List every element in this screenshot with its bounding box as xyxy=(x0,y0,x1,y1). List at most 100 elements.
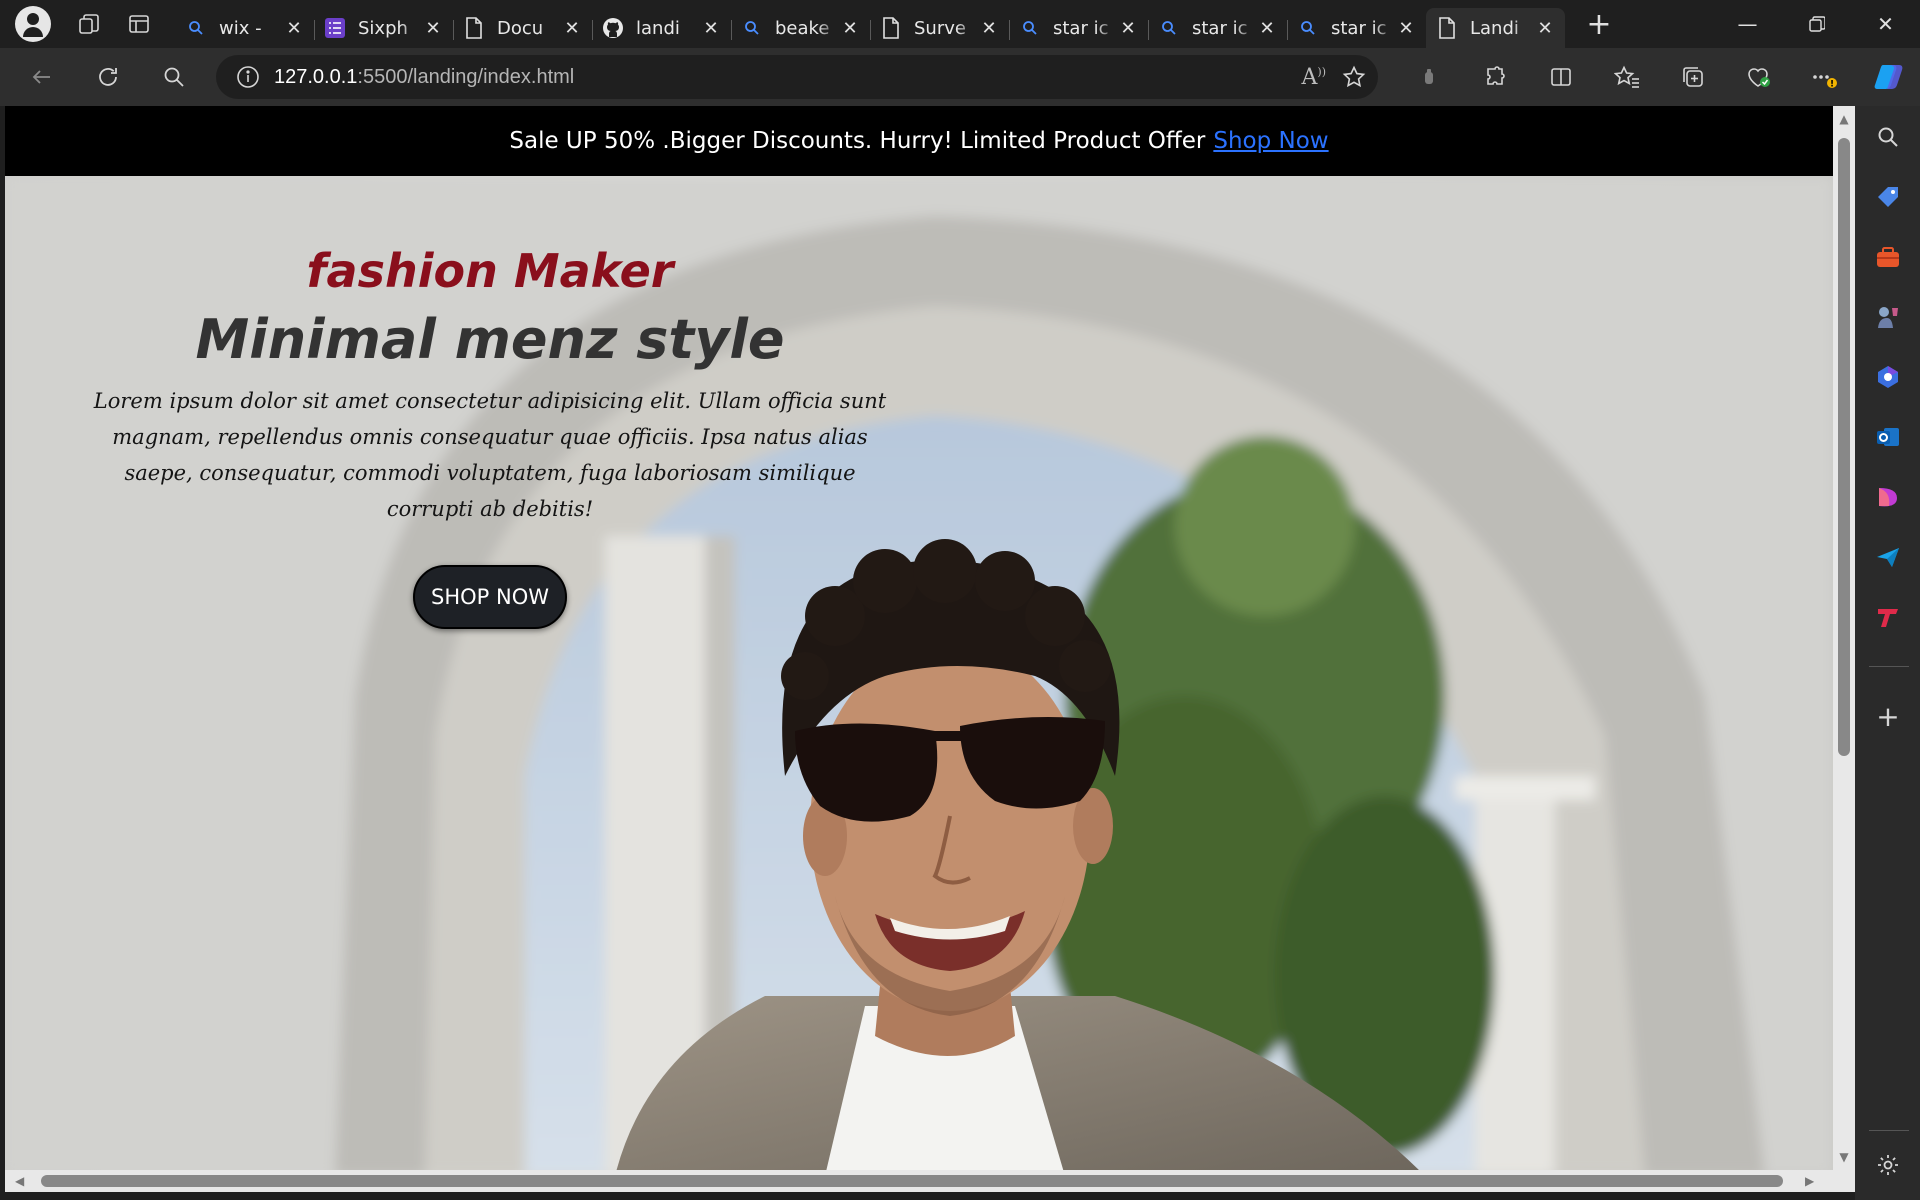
tag-icon[interactable] xyxy=(1873,182,1903,212)
tab-list: wix - ✕ Sixph ✕ Docu ✕ landi ✕ beake ✕ S… xyxy=(175,0,1565,48)
minimize-icon[interactable]: — xyxy=(1713,0,1782,48)
close-icon[interactable]: ✕ xyxy=(1257,18,1277,39)
url-host: 127.0.0.1 xyxy=(274,65,358,88)
search-icon xyxy=(1019,17,1041,39)
profile-avatar[interactable] xyxy=(15,6,51,42)
typeface-icon[interactable] xyxy=(1873,602,1903,632)
tab-surve[interactable]: Surve ✕ xyxy=(870,8,1009,48)
close-icon[interactable]: ✕ xyxy=(423,18,443,39)
tab-star-2[interactable]: star ic ✕ xyxy=(1148,8,1287,48)
tab-label: star ic xyxy=(1331,17,1387,39)
toolbar: ! xyxy=(1396,55,1920,99)
workspaces-icon[interactable] xyxy=(71,6,107,42)
settings-icon[interactable] xyxy=(1873,1150,1903,1180)
favorites-icon[interactable] xyxy=(1594,55,1660,99)
vertical-scroll-thumb[interactable] xyxy=(1838,138,1850,756)
horizontal-scrollbar[interactable]: ◀ ▶ xyxy=(5,1170,1855,1192)
close-icon[interactable]: ✕ xyxy=(979,18,999,39)
tab-docu[interactable]: Docu ✕ xyxy=(453,8,592,48)
promo-text: Sale UP 50% .Bigger Discounts. Hurry! Li… xyxy=(509,128,1206,154)
search-icon[interactable] xyxy=(152,55,196,99)
close-window-icon[interactable]: ✕ xyxy=(1851,0,1920,48)
hero-copy: fashion Maker Minimal menz style Lorem i… xyxy=(75,244,905,629)
sidebar-divider xyxy=(1869,666,1909,667)
promo-banner: Sale UP 50% .Bigger Discounts. Hurry! Li… xyxy=(5,106,1833,176)
vertical-scrollbar[interactable]: ▲ ▼ xyxy=(1833,106,1855,1170)
navigation-bar: 127.0.0.1:5500/landing/index.html A)) ! xyxy=(0,48,1920,106)
back-icon[interactable] xyxy=(20,55,64,99)
close-icon[interactable]: ✕ xyxy=(1396,18,1416,39)
read-aloud-icon[interactable]: A)) xyxy=(1302,65,1326,90)
collections-icon[interactable] xyxy=(1660,55,1726,99)
tab-landi-github[interactable]: landi ✕ xyxy=(592,8,731,48)
page-viewport: Sale UP 50% .Bigger Discounts. Hurry! Li… xyxy=(5,106,1833,1170)
tab-label: landi xyxy=(636,17,680,39)
close-icon[interactable]: ✕ xyxy=(562,18,582,39)
split-screen-icon[interactable] xyxy=(1528,55,1594,99)
tab-wix[interactable]: wix - ✕ xyxy=(175,8,314,48)
address-bar[interactable]: 127.0.0.1:5500/landing/index.html A)) xyxy=(216,55,1378,99)
svg-text:!: ! xyxy=(1830,80,1834,90)
edge-sidebar: + xyxy=(1855,106,1920,1200)
tab-label: Landi xyxy=(1470,17,1519,39)
tab-label: star ic xyxy=(1192,17,1248,39)
browser-essentials-icon[interactable] xyxy=(1726,55,1792,99)
scroll-right-icon[interactable]: ▶ xyxy=(1805,1174,1814,1188)
scroll-down-icon[interactable]: ▼ xyxy=(1837,1150,1851,1164)
designer-icon[interactable] xyxy=(1873,482,1903,512)
tab-landing-active[interactable]: Landi ✕ xyxy=(1426,8,1565,48)
search-icon[interactable] xyxy=(1873,122,1903,152)
close-icon[interactable]: ✕ xyxy=(701,18,721,39)
url-path: :5500/landing/index.html xyxy=(357,65,575,88)
document-icon xyxy=(880,17,902,39)
copilot-icon[interactable] xyxy=(1873,362,1903,392)
scroll-up-icon[interactable]: ▲ xyxy=(1837,112,1851,126)
close-icon[interactable]: ✕ xyxy=(840,18,860,39)
site-info-icon[interactable] xyxy=(236,65,260,89)
tab-label: Sixph xyxy=(358,17,408,39)
send-icon[interactable] xyxy=(1873,542,1903,572)
hero-description: Lorem ipsum dolor sit amet consectetur a… xyxy=(93,389,887,521)
hero-section: fashion Maker Minimal menz style Lorem i… xyxy=(5,176,1833,1170)
github-icon xyxy=(602,17,624,39)
hero-headline: Minimal menz style xyxy=(195,308,785,371)
tab-sixph[interactable]: Sixph ✕ xyxy=(314,8,453,48)
search-icon xyxy=(1297,17,1319,39)
add-icon[interactable]: + xyxy=(1873,700,1903,733)
document-icon xyxy=(1436,17,1458,39)
horizontal-scroll-thumb[interactable] xyxy=(41,1175,1783,1187)
copilot-icon[interactable] xyxy=(1858,55,1920,99)
extension-puzzle-small-icon[interactable] xyxy=(1396,55,1462,99)
search-icon xyxy=(185,17,207,39)
shop-now-button[interactable]: SHOP NOW xyxy=(413,565,567,629)
document-icon xyxy=(463,17,485,39)
close-icon[interactable]: ✕ xyxy=(1535,18,1555,39)
favorite-star-icon[interactable] xyxy=(1342,65,1366,89)
restore-icon[interactable] xyxy=(1782,0,1851,48)
window-controls: — ✕ xyxy=(1713,0,1920,48)
list-icon xyxy=(324,17,346,39)
tab-strip: wix - ✕ Sixph ✕ Docu ✕ landi ✕ beake ✕ S… xyxy=(0,0,1920,48)
url-text[interactable]: 127.0.0.1:5500/landing/index.html xyxy=(274,66,574,89)
tab-beake[interactable]: beake ✕ xyxy=(731,8,870,48)
promo-shop-now-link[interactable]: Shop Now xyxy=(1213,128,1328,154)
tab-label: wix - xyxy=(219,17,262,39)
extensions-icon[interactable] xyxy=(1462,55,1528,99)
close-icon[interactable]: ✕ xyxy=(1118,18,1138,39)
tab-star-1[interactable]: star ic ✕ xyxy=(1009,8,1148,48)
tab-label: star ic xyxy=(1053,17,1109,39)
tab-label: Surve xyxy=(914,17,966,39)
tab-star-3[interactable]: star ic ✕ xyxy=(1287,8,1426,48)
more-menu-icon[interactable]: ! xyxy=(1792,55,1858,99)
new-tab-button[interactable]: + xyxy=(1579,4,1619,44)
search-icon xyxy=(741,17,763,39)
outlook-icon[interactable] xyxy=(1873,422,1903,452)
games-icon[interactable] xyxy=(1873,302,1903,332)
briefcase-icon[interactable] xyxy=(1873,242,1903,272)
search-icon xyxy=(1158,17,1180,39)
refresh-icon[interactable] xyxy=(86,55,130,99)
scroll-left-icon[interactable]: ◀ xyxy=(15,1174,24,1188)
tab-actions-icon[interactable] xyxy=(121,6,157,42)
close-icon[interactable]: ✕ xyxy=(284,18,304,39)
address-bar-actions: A)) xyxy=(1302,55,1366,99)
